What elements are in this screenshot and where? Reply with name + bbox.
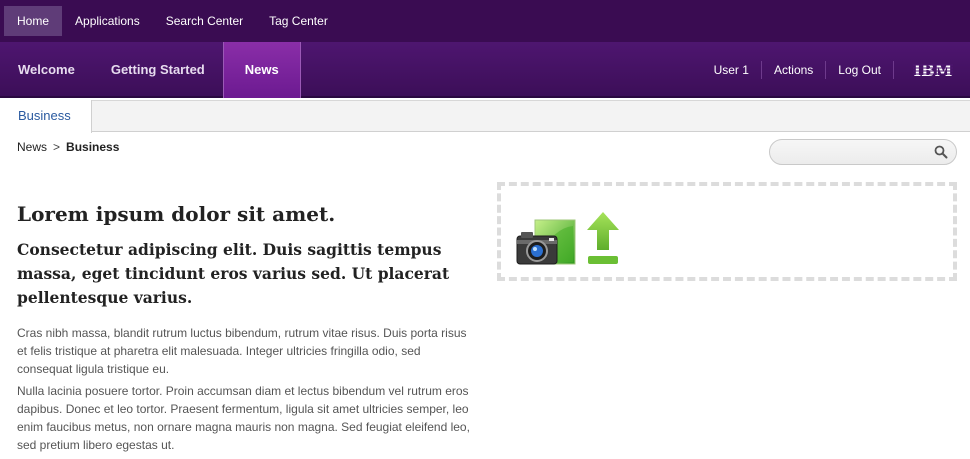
article: Lorem ipsum dolor sit amet. Consectetur … [17, 200, 477, 454]
article-paragraph-2: Nulla lacinia posuere tortor. Proin accu… [17, 384, 470, 452]
main-nav-news[interactable]: News [222, 42, 301, 98]
main-nav-welcome[interactable]: Welcome [0, 42, 93, 98]
breadcrumb-current: Business [66, 140, 120, 154]
utility-links: User 1 Actions Log Out IBM [702, 42, 970, 98]
image-upload-dropzone[interactable] [497, 182, 957, 281]
ibm-logo-text: IBM [914, 61, 953, 79]
upload-arrow-icon[interactable] [585, 210, 621, 266]
camera-photo-icon[interactable] [515, 218, 577, 268]
actions-link[interactable]: Actions [762, 61, 827, 79]
search-icon[interactable] [934, 145, 948, 159]
ibm-logo: IBM [904, 61, 962, 79]
sub-tab-bar: Business [0, 100, 970, 133]
user-menu-link[interactable]: User 1 [702, 61, 762, 79]
tab-business[interactable]: Business [0, 100, 92, 133]
search-box [769, 139, 957, 165]
article-subtitle: Consectetur adipiscing elit. Duis sagitt… [17, 240, 450, 307]
main-nav-bar: Welcome Getting Started News User 1 Acti… [0, 42, 970, 98]
top-bar: Home Applications Search Center Tag Cent… [0, 0, 970, 42]
search-input[interactable] [770, 140, 930, 164]
breadcrumb-news-link[interactable]: News [17, 140, 47, 154]
top-nav-applications[interactable]: Applications [62, 6, 153, 36]
top-nav-home[interactable]: Home [4, 6, 63, 36]
article-paragraph-1: Cras nibh massa, blandit rutrum luctus b… [17, 326, 467, 376]
main-nav-getting-started[interactable]: Getting Started [93, 42, 223, 98]
top-nav: Home Applications Search Center Tag Cent… [0, 0, 970, 42]
ibm-logo-mark: IBM [913, 61, 953, 79]
logout-link[interactable]: Log Out [826, 61, 894, 79]
top-nav-search-center[interactable]: Search Center [153, 6, 256, 36]
breadcrumb-separator: > [53, 140, 61, 154]
top-nav-tag-center[interactable]: Tag Center [256, 6, 341, 36]
article-title: Lorem ipsum dolor sit amet. [17, 202, 336, 226]
breadcrumb: News > Business [17, 140, 119, 154]
